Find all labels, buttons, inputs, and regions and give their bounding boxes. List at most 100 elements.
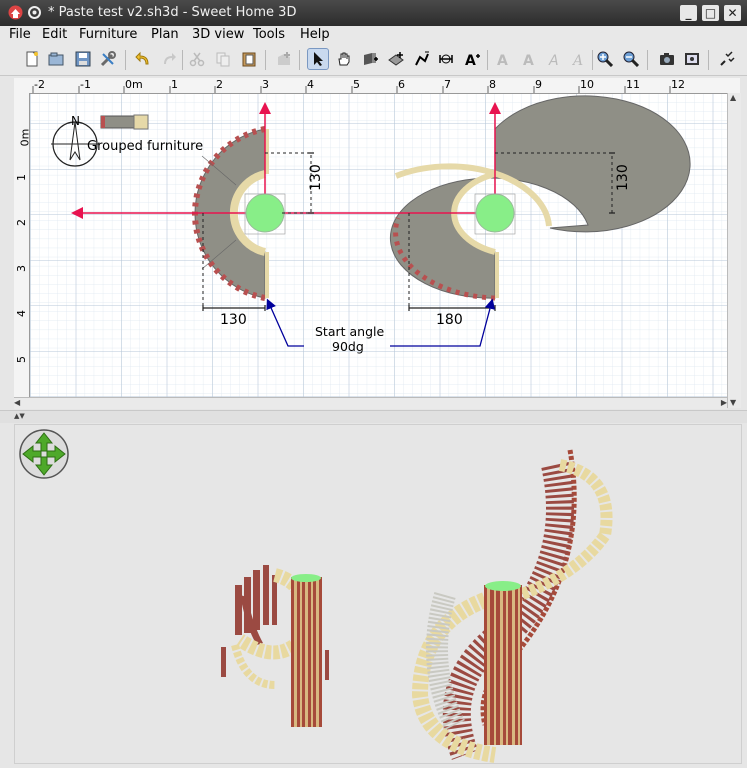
plan-view[interactable]: N Grouped furniture 130 130 130 180 Star… [14,78,740,408]
plan-vertical-scrollbar[interactable]: ▲ ▼ [727,93,741,408]
create-rooms-icon[interactable] [385,48,407,70]
start-angle-line1: Start angle [315,324,384,339]
ruler-h-label: 2 [216,78,223,91]
undo-icon[interactable] [132,48,154,70]
create-video-icon[interactable] [681,48,703,70]
svg-text:A: A [548,53,559,67]
save-icon[interactable] [72,48,94,70]
plan-horizontal-scrollbar[interactable]: ◀ ▶ [14,397,727,409]
maximize-button[interactable]: □ [702,5,719,21]
ruler-v-label: 3 [15,265,28,272]
dim-right-horizontal: 180 [436,312,463,328]
text-style-2-icon[interactable]: A [518,48,540,70]
menu-furniture[interactable]: Furniture [79,27,137,42]
menu-plan[interactable]: Plan [151,27,179,42]
ruler-h-label: 7 [444,78,451,91]
toolbar-separator [299,50,300,70]
plan-canvas[interactable]: N Grouped furniture 130 130 130 180 Star… [14,78,740,408]
app-icon [8,5,23,20]
navigation-arrows-icon[interactable] [19,429,69,479]
text-style-3b-icon[interactable]: A [568,48,590,70]
menu-3d-view[interactable]: 3D view [192,27,244,42]
scroll-up-arrow-icon[interactable]: ▲ [730,93,739,103]
zoom-in-icon[interactable] [594,48,616,70]
open-icon[interactable] [45,48,67,70]
pane-splitter[interactable]: ▲▼ [0,410,747,423]
window-menu-icon[interactable] [27,5,42,20]
3d-view[interactable] [14,424,742,764]
horizontal-ruler: -2 -1 0m 1 2 3 4 5 6 7 8 9 10 11 12 [14,78,740,94]
menu-file[interactable]: File [9,27,31,42]
splitter-arrows-icon[interactable]: ▲▼ [14,412,25,420]
ruler-h-label: 0m [125,78,143,91]
3d-staircase-big [411,449,613,763]
ruler-v-label: 1 [15,174,28,181]
title-bar: * Paste test v2.sh3d - Sweet Home 3D _ □… [0,0,747,26]
menu-edit[interactable]: Edit [42,27,67,42]
zoom-out-icon[interactable] [620,48,642,70]
ruler-h-label: 10 [580,78,594,91]
grouped-furniture-label: Grouped furniture [87,139,203,154]
ruler-h-label: 4 [307,78,314,91]
ruler-v-label: 0m [18,128,32,147]
toolbar-separator [647,50,648,70]
ruler-h-label: -1 [80,78,91,91]
help-icon[interactable] [716,48,738,70]
ruler-h-label: 1 [171,78,178,91]
add-furniture-icon[interactable] [273,48,295,70]
minimize-button[interactable]: _ [680,5,697,21]
svg-text:A: A [523,53,534,67]
3d-canvas[interactable] [15,425,741,763]
scroll-left-arrow-icon[interactable]: ◀ [14,398,20,407]
text-style-1-icon[interactable]: A [492,48,514,70]
new-home-icon[interactable] [21,48,43,70]
cut-icon[interactable] [186,48,208,70]
scroll-down-arrow-icon[interactable]: ▼ [730,398,739,408]
ruler-h-label: 3 [262,78,269,91]
close-button[interactable]: ✕ [724,5,741,21]
start-angle-line2: 90dg [332,339,364,354]
3d-staircase-small [221,565,329,727]
ruler-h-label: 12 [671,78,685,91]
ruler-v-label: 2 [15,219,28,226]
pole-left[interactable] [245,193,285,233]
ruler-h-label: 8 [489,78,496,91]
preferences-icon[interactable] [97,48,119,70]
ruler-h-label: -2 [34,78,45,91]
toolbar-separator [125,50,126,70]
ruler-h-label: 11 [626,78,640,91]
select-mode-icon[interactable] [307,48,329,70]
svg-text:A: A [571,53,583,67]
ruler-h-label: 5 [353,78,360,91]
pan-mode-icon[interactable] [333,48,355,70]
ruler-v-label: 4 [15,310,28,317]
toolbar-separator [182,50,183,70]
scroll-right-arrow-icon[interactable]: ▶ [721,398,727,407]
toolbar-separator [592,50,593,70]
create-dimensions-icon[interactable] [435,48,457,70]
grouped-furniture-piece[interactable] [100,114,149,130]
dim-left-vertical: 130 [308,164,324,191]
create-walls-icon[interactable] [359,48,381,70]
text-style-3-icon[interactable]: A [544,48,566,70]
menu-help[interactable]: Help [300,27,330,42]
dim-right-vertical: 130 [615,164,631,191]
pole-right[interactable] [475,193,515,233]
toolbar-separator [708,50,709,70]
create-polylines-icon[interactable] [411,48,433,70]
window-title: * Paste test v2.sh3d - Sweet Home 3D [48,5,297,20]
menu-tools[interactable]: Tools [253,27,285,42]
copy-icon[interactable] [212,48,234,70]
vertical-ruler: 0m 1 2 3 4 5 6 [14,93,32,408]
toolbar-separator [487,50,488,70]
create-photo-icon[interactable] [656,48,678,70]
ruler-h-label: 6 [398,78,405,91]
add-text-icon[interactable]: A [461,48,483,70]
svg-text:A: A [465,53,476,67]
toolbar: A A A A A [0,45,747,76]
svg-text:A: A [497,53,508,67]
redo-icon[interactable] [158,48,180,70]
paste-icon[interactable] [238,48,260,70]
compass-n-label: N [71,114,80,128]
ruler-v-label: 5 [15,356,28,363]
